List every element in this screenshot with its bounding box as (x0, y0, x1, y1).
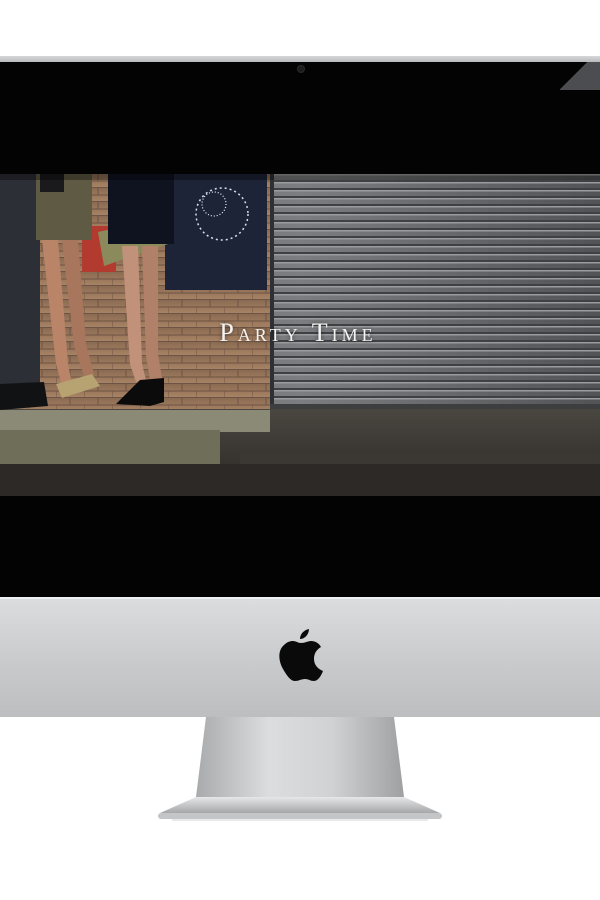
monitor-stand (158, 717, 442, 821)
camera-icon (298, 66, 304, 72)
apple-logo-icon (279, 629, 323, 681)
bezel-glare (560, 62, 600, 90)
screen-title: Party Time (219, 318, 377, 347)
chin-highlight (0, 597, 600, 599)
